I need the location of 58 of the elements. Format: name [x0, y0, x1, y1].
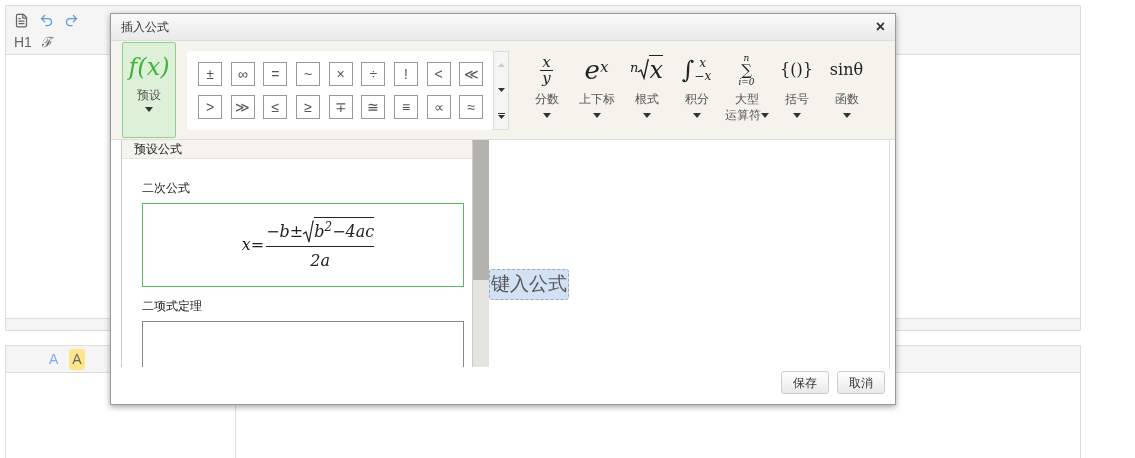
radical-sign — [303, 220, 315, 244]
expand-icon[interactable] — [497, 112, 505, 119]
caret-icon — [692, 112, 701, 118]
caret-icon — [592, 112, 601, 118]
function-symbol: {()} — [780, 62, 813, 78]
document-icon[interactable] — [14, 12, 29, 28]
dropdown-heading: 预设公式 — [134, 141, 182, 158]
function-symbol: sinθ — [829, 62, 864, 78]
category-button[interactable]: sinθ 函数 — [823, 52, 870, 123]
formula-name: 二次公式 — [142, 180, 191, 197]
toolbar-dropdown[interactable]: H1 — [14, 31, 32, 53]
toolbar-dropdown[interactable]: ℱ — [41, 31, 54, 53]
radical-sign — [638, 59, 650, 81]
scrollbar-thumb[interactable] — [473, 140, 489, 280]
formula-placeholder[interactable]: 键入公式 — [489, 269, 569, 300]
cancel-button[interactable]: 取消 — [837, 371, 885, 394]
sum-symbol: n ∑ i=0 — [738, 53, 755, 87]
dialog-title: 插入公式 — [121, 19, 169, 36]
formula-name: 二项式定理 — [142, 298, 203, 315]
category-button[interactable]: e$^{x}$ 上下标 — [573, 52, 620, 123]
caret-icon — [145, 107, 153, 112]
symbol-button[interactable]: ! — [394, 62, 418, 86]
symbol-button[interactable]: × — [328, 62, 353, 86]
formula-preview[interactable]: x= −b± b$^{2}$−4ac 2a — [142, 203, 464, 287]
redo-icon[interactable] — [64, 12, 79, 28]
power-symbol: e$^{x}$ — [584, 57, 609, 83]
caret-icon — [842, 112, 851, 118]
symbol-button[interactable]: ~ — [296, 62, 320, 86]
symbol-button[interactable]: ∓ — [328, 94, 353, 119]
close-button[interactable]: × — [875, 19, 885, 35]
symbol-button[interactable]: ≡ — [394, 94, 418, 119]
symbol-button[interactable]: < — [426, 62, 451, 86]
symbol-button[interactable]: ≤ — [263, 94, 288, 119]
category-button[interactable]: {()} 括号 — [773, 52, 820, 123]
caret-icon — [792, 112, 801, 118]
undo-icon[interactable] — [39, 12, 54, 28]
symbol-button[interactable]: ≅ — [361, 94, 386, 119]
quadratic-formula: x= −b± b$^{2}$−4ac 2a — [231, 217, 375, 273]
symbol-button[interactable]: ∞ — [230, 62, 255, 86]
symbol-button[interactable]: ≥ — [296, 94, 320, 119]
symbol-button[interactable]: ÷ — [361, 62, 386, 86]
category-button[interactable]: $^{n}$ x 根式 — [623, 52, 670, 123]
symbol-button[interactable]: ≪ — [459, 62, 484, 86]
symbol-button[interactable]: ± — [198, 62, 222, 86]
caret-icon — [642, 112, 651, 118]
symbol-button[interactable]: ≫ — [230, 94, 255, 119]
preset-button[interactable]: f(x) 预设 — [122, 42, 176, 138]
highlight-button[interactable]: A — [69, 348, 85, 370]
category-button[interactable]: x y 分数 — [523, 52, 570, 123]
symbol-button[interactable]: ∝ — [426, 94, 451, 119]
save-button[interactable]: 保存 — [781, 371, 829, 394]
scroll-down-icon[interactable] — [497, 87, 505, 92]
symbol-button[interactable]: ≈ — [459, 94, 484, 119]
caret-icon — [760, 112, 769, 118]
symbol-button[interactable]: = — [263, 62, 288, 86]
category-button[interactable]: n ∑ i=0 大型 运算符 — [723, 52, 770, 123]
symbol-button[interactable]: > — [198, 94, 222, 119]
caret-icon — [542, 112, 551, 118]
